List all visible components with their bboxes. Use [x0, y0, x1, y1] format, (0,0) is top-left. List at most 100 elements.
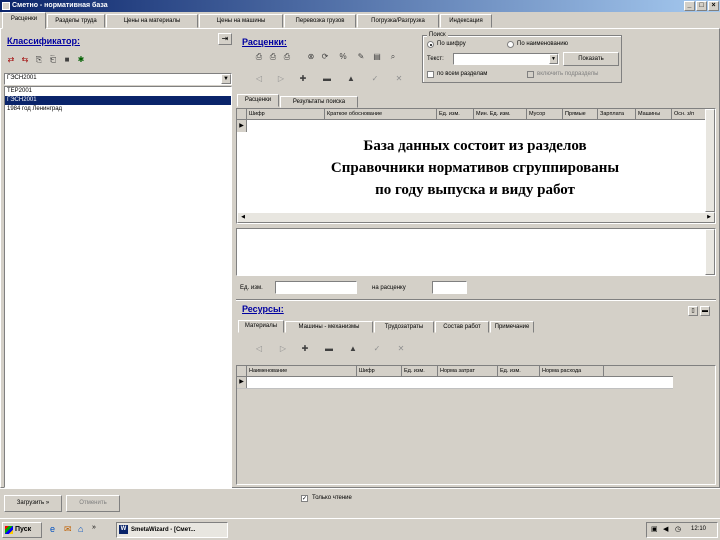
next-record-icon[interactable]: ▷ — [276, 74, 286, 84]
subtab-rates[interactable]: Расценки — [237, 94, 279, 107]
minimize-button[interactable]: _ — [684, 1, 695, 11]
first-resource-icon[interactable]: ◁ — [254, 344, 264, 354]
close-button[interactable]: × — [708, 1, 719, 11]
confirm-icon[interactable]: ✓ — [370, 74, 380, 84]
taskbar-app-button[interactable]: W SmetaWizard - [Смет... — [116, 522, 228, 538]
annotation-text: База данных состоит из разделов Справочн… — [250, 135, 700, 201]
open-icon[interactable]: ⎙ — [254, 52, 264, 62]
checkbox-all-sections[interactable] — [427, 71, 434, 78]
volume-icon[interactable]: ◀ — [663, 525, 668, 533]
subtab-work-content[interactable]: Состав работ — [435, 321, 489, 333]
outlook-icon[interactable]: ✉ — [64, 524, 72, 535]
column-header[interactable]: Мин. Ед. изм. — [474, 109, 527, 119]
cancel-icon[interactable]: ✕ — [394, 74, 404, 84]
tab-labor-sections[interactable]: Разделы труда — [47, 14, 105, 28]
confirm-resource-icon[interactable]: ✓ — [372, 344, 382, 354]
start-button[interactable]: Пуск — [2, 522, 42, 538]
column-header[interactable]: Прямые — [563, 109, 598, 119]
column-header[interactable]: Ед. изм. — [498, 366, 540, 376]
move-up-icon[interactable]: ▲ — [346, 74, 356, 84]
classifier-dropdown[interactable]: ГЭСН2001 ▼ — [4, 73, 232, 85]
next-resource-icon[interactable]: ▷ — [278, 344, 288, 354]
document-icon[interactable]: ▤ — [372, 52, 382, 62]
column-header[interactable]: Наименование — [247, 366, 357, 376]
chevron-down-icon[interactable]: ▼ — [549, 54, 558, 64]
tab-machine-prices[interactable]: Цены на машины — [199, 14, 283, 28]
desktop-icon[interactable]: ⌂ — [78, 524, 83, 534]
column-header[interactable]: Машины — [636, 109, 672, 119]
filter-icon[interactable]: ⊗ — [306, 52, 316, 62]
load-button[interactable]: Загрузить » — [4, 495, 62, 512]
tab-material-prices[interactable]: Цены на материалы — [106, 14, 198, 28]
rates-horizontal-scrollbar[interactable]: ◀ ▶ — [237, 212, 715, 223]
subtab-machines[interactable]: Машины - механизмы — [285, 321, 373, 333]
scroll-right-icon[interactable]: ▶ — [704, 213, 714, 222]
tab-freight[interactable]: Перевозка грузов — [284, 14, 356, 28]
column-header[interactable]: Шифр — [247, 109, 325, 119]
search-text-input[interactable]: ▼ — [453, 53, 559, 65]
checkbox-subsections-label: включить подразделы — [537, 71, 599, 77]
table-row[interactable]: ▶ — [237, 377, 673, 389]
column-header[interactable]: Ед. изм. — [402, 366, 438, 376]
column-header[interactable]: Краткое обоснование — [325, 109, 437, 119]
network-icon[interactable]: ▣ — [651, 525, 658, 533]
column-header[interactable]: Ед. изм. — [437, 109, 474, 119]
memo-scrollbar[interactable] — [705, 229, 715, 275]
find-icon[interactable]: ⌕ — [388, 52, 398, 62]
column-header[interactable]: Шифр — [357, 366, 402, 376]
radio-by-name[interactable] — [507, 41, 514, 48]
remove-tree-icon[interactable]: ⇆ — [20, 55, 30, 65]
unit-field[interactable] — [275, 281, 357, 294]
subtab-notes[interactable]: Примечание — [490, 321, 534, 333]
print-icon[interactable]: ⎙ — [282, 52, 292, 62]
tools-icon[interactable]: ✎ — [356, 52, 366, 62]
checkbox-subsections[interactable] — [527, 71, 534, 78]
add-resource-icon[interactable]: ✚ — [300, 344, 310, 354]
subtab-labor[interactable]: Трудозатраты — [374, 321, 434, 333]
add-record-icon[interactable]: ✚ — [298, 74, 308, 84]
subtab-search-results[interactable]: Результаты поиска — [280, 96, 358, 108]
more-icon[interactable]: » — [92, 524, 96, 531]
scroll-left-icon[interactable]: ◀ — [238, 213, 248, 222]
tab-rates[interactable]: Расценки — [2, 12, 46, 29]
column-header[interactable]: Норма расхода — [540, 366, 604, 376]
tree-item-selected[interactable]: ГЭСН2001 — [5, 96, 231, 105]
tree-item[interactable]: ТЕР2001 — [5, 87, 231, 96]
rates-vertical-scrollbar[interactable] — [705, 109, 715, 212]
add-tree-icon[interactable]: ⇄ — [6, 55, 16, 65]
collapse-panel-button[interactable]: ⇥ — [218, 33, 232, 45]
first-record-icon[interactable]: ◁ — [254, 74, 264, 84]
tree-item[interactable]: 1984 год Ленинград — [5, 105, 231, 114]
stop-icon[interactable]: ■ — [62, 55, 72, 65]
per-rate-field[interactable] — [432, 281, 467, 294]
split-icon[interactable]: ▯ — [688, 306, 698, 316]
read-only-checkbox[interactable]: ✓ — [301, 495, 308, 502]
column-header[interactable]: Зарплата — [598, 109, 636, 119]
column-header[interactable]: Осн. з/п — [672, 109, 707, 119]
column-header[interactable]: Мусор — [527, 109, 563, 119]
bottom-bar: Загрузить » Отменить ✓ Только чтение — [0, 488, 720, 518]
subtab-materials[interactable]: Материалы — [238, 320, 284, 333]
show-button[interactable]: Показать — [563, 52, 619, 66]
tab-indexation[interactable]: Индексация — [440, 14, 492, 28]
delete-record-icon[interactable]: ▬ — [322, 74, 332, 84]
read-only-label: Только чтение — [312, 495, 352, 501]
radio-by-code[interactable] — [427, 41, 434, 48]
paste-icon[interactable]: ⎗ — [48, 55, 58, 65]
save-icon[interactable]: ⎙ — [268, 52, 278, 62]
delete-resource-icon[interactable]: ▬ — [324, 344, 334, 354]
column-header[interactable]: Норма затрат — [438, 366, 498, 376]
ie-icon[interactable]: e — [50, 524, 55, 534]
percent-icon[interactable]: % — [338, 52, 348, 62]
chevron-down-icon[interactable]: ▼ — [221, 74, 231, 84]
rate-description-memo[interactable] — [236, 228, 716, 276]
tab-loading[interactable]: Погрузка/Разгрузка — [357, 14, 439, 28]
minimize-panel-icon[interactable]: ▬ — [700, 306, 710, 316]
copy-icon[interactable]: ⎘ — [34, 55, 44, 65]
refresh-icon[interactable]: ⟳ — [320, 52, 330, 62]
maximize-button[interactable]: □ — [696, 1, 707, 11]
move-resource-up-icon[interactable]: ▲ — [348, 344, 358, 354]
cancel-button[interactable]: Отменить — [66, 495, 120, 512]
cancel-resource-icon[interactable]: ✕ — [396, 344, 406, 354]
settings-icon[interactable]: ✱ — [76, 55, 86, 65]
